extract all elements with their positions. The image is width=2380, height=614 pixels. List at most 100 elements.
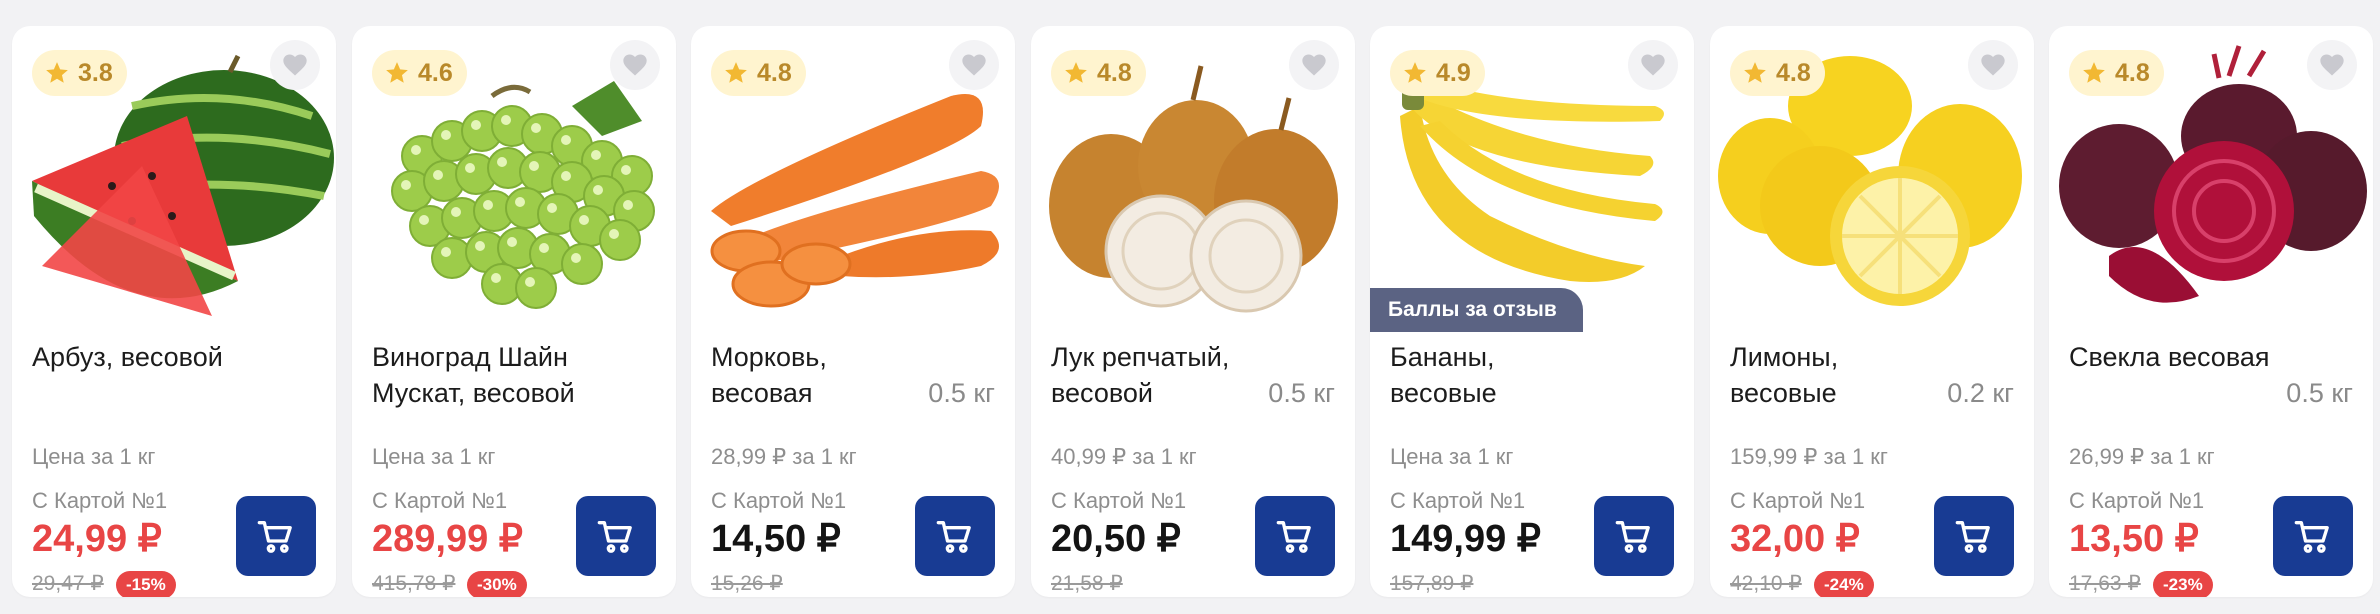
product-name[interactable]: Лимоны, весовые [1730, 339, 1940, 411]
rating-badge: 4.8 [1051, 50, 1146, 96]
star-icon [2083, 62, 2105, 83]
product-card[interactable]: 4.8 Лимоны, весовые 0.2 кг 159,99 ₽ за 1… [1710, 26, 2034, 597]
rating-value: 4.8 [1776, 58, 1811, 87]
current-price: 14,50 ₽ [711, 518, 841, 560]
star-icon [1744, 62, 1766, 83]
discount-badge: -15% [116, 571, 176, 597]
add-to-cart-button[interactable] [915, 496, 995, 576]
product-card[interactable]: 4.6 Виноград Шайн Мускат, весовой Цена з… [352, 26, 676, 597]
current-price: 24,99 ₽ [32, 518, 162, 560]
heart-icon [281, 51, 309, 79]
add-to-cart-button[interactable] [236, 496, 316, 576]
cart-icon [596, 516, 636, 556]
old-price: 17,63 ₽ [2069, 572, 2141, 595]
star-icon [725, 62, 747, 83]
favorite-button[interactable] [2307, 40, 2357, 90]
product-weight: 0.5 кг [1268, 378, 1335, 408]
heart-icon [960, 51, 988, 79]
favorite-button[interactable] [949, 40, 999, 90]
favorite-button[interactable] [1628, 40, 1678, 90]
loyalty-card-label: С Картой №1 [2069, 488, 2205, 513]
rating-badge: 4.8 [1730, 50, 1825, 96]
add-to-cart-button[interactable] [2273, 496, 2353, 576]
loyalty-card-label: С Картой №1 [1390, 488, 1526, 513]
add-to-cart-button[interactable] [1255, 496, 1335, 576]
rating-badge: 3.8 [32, 50, 127, 96]
product-card[interactable]: 4.8 Свекла весовая 0.5 кг 26,99 ₽ за 1 к… [2049, 26, 2373, 597]
cart-icon [256, 516, 296, 556]
product-name[interactable]: Лук репчатый, весовой [1051, 339, 1261, 411]
discount-badge: -30% [467, 571, 527, 597]
heart-icon [1639, 51, 1667, 79]
favorite-button[interactable] [1289, 40, 1339, 90]
product-card[interactable]: 4.9 Баллы за отзыв Бананы, весовые Цена … [1370, 26, 1694, 597]
current-price: 32,00 ₽ [1730, 518, 1860, 560]
heart-icon [2318, 51, 2346, 79]
old-price: 29,47 ₽ [32, 572, 104, 595]
product-card[interactable]: 4.8 Лук репчатый, весовой 0.5 кг 40,99 ₽… [1031, 26, 1355, 597]
unit-price: 28,99 ₽ за 1 кг [711, 444, 857, 469]
current-price: 289,99 ₽ [372, 518, 523, 560]
cart-icon [1275, 516, 1315, 556]
rating-value: 4.8 [757, 58, 792, 87]
star-icon [46, 62, 68, 83]
cart-icon [2293, 516, 2333, 556]
old-price: 415,78 ₽ [372, 572, 456, 595]
unit-price: Цена за 1 кг [1390, 444, 1514, 469]
old-price: 21,58 ₽ [1051, 572, 1123, 595]
unit-price: Цена за 1 кг [372, 444, 496, 469]
add-to-cart-button[interactable] [1594, 496, 1674, 576]
loyalty-card-label: С Картой №1 [372, 488, 508, 513]
product-card[interactable]: 4.8 Морковь, весовая 0.5 кг 28,99 ₽ за 1… [691, 26, 1015, 597]
heart-icon [1300, 51, 1328, 79]
favorite-button[interactable] [610, 40, 660, 90]
cart-icon [935, 516, 975, 556]
cart-icon [1614, 516, 1654, 556]
product-grid: 3.8 Арбуз, весовой Цена за 1 кг С Картой… [0, 0, 2380, 614]
rating-value: 4.9 [1436, 58, 1471, 87]
cart-icon [1954, 516, 1994, 556]
rating-badge: 4.9 [1390, 50, 1485, 96]
product-name[interactable]: Свекла весовая [2069, 339, 2279, 375]
product-name[interactable]: Арбуз, весовой [32, 339, 242, 375]
rating-value: 4.6 [418, 58, 453, 87]
product-weight: 0.5 кг [928, 378, 995, 408]
star-icon [1404, 62, 1426, 83]
loyalty-card-label: С Картой №1 [1730, 488, 1866, 513]
discount-badge: -24% [1814, 571, 1874, 597]
rating-value: 4.8 [2115, 58, 2150, 87]
favorite-button[interactable] [270, 40, 320, 90]
unit-price: 26,99 ₽ за 1 кг [2069, 444, 2215, 469]
star-icon [386, 62, 408, 83]
current-price: 13,50 ₽ [2069, 518, 2199, 560]
product-weight: 0.2 кг [1947, 378, 2014, 408]
add-to-cart-button[interactable] [576, 496, 656, 576]
product-name[interactable]: Бананы, весовые [1390, 339, 1600, 411]
rating-value: 4.8 [1097, 58, 1132, 87]
rating-value: 3.8 [78, 58, 113, 87]
favorite-button[interactable] [1968, 40, 2018, 90]
unit-price: Цена за 1 кг [32, 444, 156, 469]
unit-price: 40,99 ₽ за 1 кг [1051, 444, 1197, 469]
heart-icon [1979, 51, 2007, 79]
loyalty-card-label: С Картой №1 [1051, 488, 1187, 513]
old-price: 15,26 ₽ [711, 572, 783, 595]
rating-badge: 4.6 [372, 50, 467, 96]
product-name[interactable]: Морковь, весовая [711, 339, 921, 411]
review-points-badge: Баллы за отзыв [1370, 288, 1583, 332]
loyalty-card-label: С Картой №1 [32, 488, 168, 513]
rating-badge: 4.8 [711, 50, 806, 96]
current-price: 20,50 ₽ [1051, 518, 1181, 560]
product-name[interactable]: Виноград Шайн Мускат, весовой [372, 339, 582, 411]
product-weight: 0.5 кг [2286, 378, 2353, 408]
heart-icon [621, 51, 649, 79]
product-card[interactable]: 3.8 Арбуз, весовой Цена за 1 кг С Картой… [12, 26, 336, 597]
add-to-cart-button[interactable] [1934, 496, 2014, 576]
unit-price: 159,99 ₽ за 1 кг [1730, 444, 1888, 469]
loyalty-card-label: С Картой №1 [711, 488, 847, 513]
old-price: 42,10 ₽ [1730, 572, 1802, 595]
star-icon [1065, 62, 1087, 83]
old-price: 157,89 ₽ [1390, 572, 1474, 595]
rating-badge: 4.8 [2069, 50, 2164, 96]
discount-badge: -23% [2153, 571, 2213, 597]
